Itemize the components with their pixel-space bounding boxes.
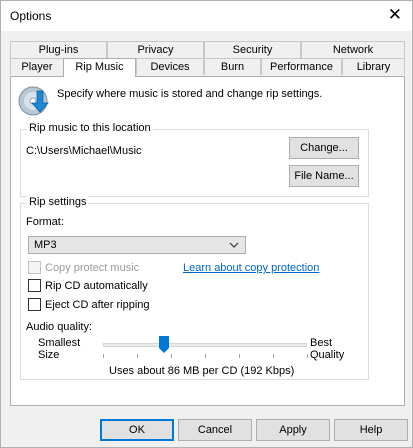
eject-label: Eject CD after ripping xyxy=(45,298,150,311)
tab-privacy[interactable]: Privacy xyxy=(107,41,204,58)
copy-protect-label: Copy protect music xyxy=(45,261,140,274)
cd-download-icon xyxy=(18,86,49,116)
format-label: Format: xyxy=(26,216,64,228)
rip-location-path: C:\Users\Michael\Music xyxy=(26,145,142,157)
slider-tick xyxy=(137,354,138,358)
change-button[interactable]: Change... xyxy=(289,137,359,159)
tab-devices[interactable]: Devices xyxy=(136,58,204,75)
quality-size-text: Uses about 86 MB per CD (192 Kbps) xyxy=(109,365,295,377)
tab-rip-music[interactable]: Rip Music xyxy=(63,58,136,77)
window-title: Options xyxy=(10,9,52,23)
copy-protect-checkbox xyxy=(28,261,41,274)
location-group-label: Rip music to this location xyxy=(27,122,153,134)
audio-quality-slider-track[interactable] xyxy=(103,343,307,347)
file-name-button[interactable]: File Name... xyxy=(289,165,359,187)
smallest-label-line2: Size xyxy=(38,349,60,361)
rip-settings-group-label: Rip settings xyxy=(27,196,89,208)
slider-tick xyxy=(205,354,206,358)
tab-security[interactable]: Security xyxy=(204,41,301,58)
slider-tick xyxy=(171,354,172,358)
slider-tick xyxy=(307,354,308,358)
best-label-line1: Best xyxy=(310,337,333,349)
help-button[interactable]: Help xyxy=(334,419,408,441)
copy-protection-link[interactable]: Learn about copy protection xyxy=(183,262,319,274)
rip-auto-label: Rip CD automatically xyxy=(45,279,148,292)
title-bar[interactable]: Options ✕ xyxy=(1,1,412,31)
cancel-button[interactable]: Cancel xyxy=(178,419,252,441)
best-quality-label: Best Quality xyxy=(310,337,344,361)
rip-settings-group: Rip settings Format: MP3 Copy protect mu… xyxy=(20,196,369,380)
rip-auto-checkbox-row[interactable]: Rip CD automatically xyxy=(28,279,148,292)
ok-button[interactable]: OK xyxy=(100,419,174,441)
chevron-down-icon xyxy=(229,242,239,248)
audio-quality-slider-thumb[interactable] xyxy=(159,336,170,354)
location-group: Rip music to this location C:\Users\Mich… xyxy=(20,122,369,197)
copy-protect-checkbox-row: Copy protect music xyxy=(28,261,139,274)
tab-plug-ins[interactable]: Plug-ins xyxy=(10,41,107,58)
options-dialog: Options ✕ Plug-ins Privacy Security Netw… xyxy=(0,0,413,448)
eject-checkbox[interactable] xyxy=(28,298,41,311)
rip-music-panel: Specify where music is stored and change… xyxy=(10,76,405,406)
header-description: Specify where music is stored and change… xyxy=(57,88,323,100)
eject-checkbox-row[interactable]: Eject CD after ripping xyxy=(28,298,150,311)
format-select[interactable]: MP3 xyxy=(28,236,246,254)
close-icon[interactable]: ✕ xyxy=(388,5,402,25)
best-label-line2: Quality xyxy=(310,349,345,361)
slider-tick xyxy=(103,354,104,358)
tab-performance[interactable]: Performance xyxy=(261,58,342,75)
tab-network[interactable]: Network xyxy=(301,41,405,58)
audio-quality-label: Audio quality: xyxy=(26,321,93,333)
smallest-size-label: Smallest Size xyxy=(38,337,80,361)
slider-tick xyxy=(239,354,240,358)
tab-burn[interactable]: Burn xyxy=(204,58,261,75)
tab-player[interactable]: Player xyxy=(10,58,64,75)
apply-button[interactable]: Apply xyxy=(256,419,330,441)
rip-auto-checkbox[interactable] xyxy=(28,279,41,292)
format-select-value: MP3 xyxy=(34,239,57,251)
tab-library[interactable]: Library xyxy=(342,58,405,75)
slider-tick xyxy=(273,354,274,358)
smallest-label-line1: Smallest xyxy=(38,337,81,349)
